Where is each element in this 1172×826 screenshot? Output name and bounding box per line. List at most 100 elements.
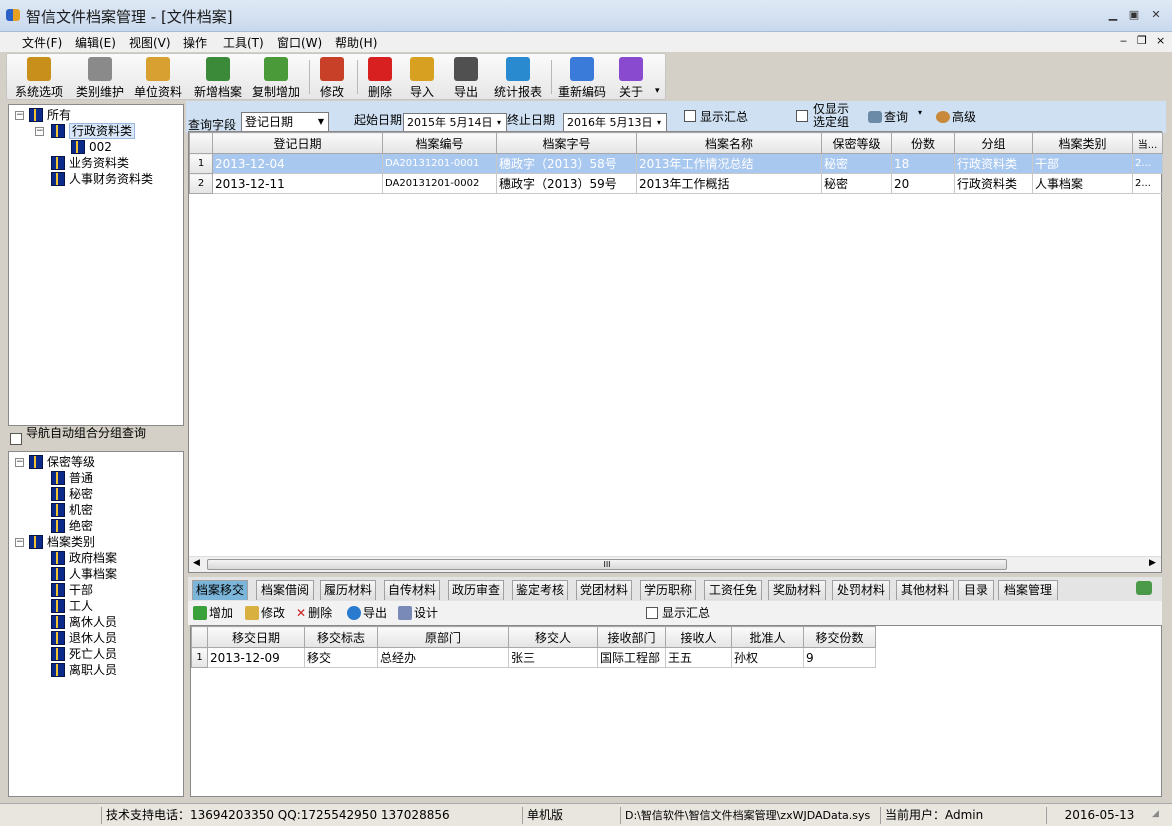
resize-grip-icon[interactable]: ◢ xyxy=(1152,809,1166,823)
table-cell[interactable]: 国际工程部 xyxy=(597,647,666,668)
mdi-minimize-button[interactable]: ‒ xyxy=(1120,34,1127,47)
table-cell[interactable]: 18 xyxy=(891,153,955,174)
column-header[interactable]: 分组 xyxy=(954,132,1033,154)
column-header[interactable]: 保密等级 xyxy=(821,132,892,154)
about-button[interactable]: 关于 xyxy=(615,56,647,99)
search-dropdown-icon[interactable]: ▾ xyxy=(918,108,922,117)
detail-show-summary-checkbox[interactable] xyxy=(646,607,658,619)
table-cell[interactable]: 2013-12-04 xyxy=(212,153,383,174)
tree-item[interactable]: 离休人员 xyxy=(51,614,117,630)
tree-expander[interactable]: − xyxy=(15,538,24,547)
copy-add-button[interactable]: 复制增加 xyxy=(249,56,303,99)
query-field-select[interactable]: 登记日期 ▼ xyxy=(241,112,329,132)
column-header[interactable]: 批准人 xyxy=(731,626,804,648)
table-cell[interactable]: 2013-12-09 xyxy=(207,647,305,668)
tab-borrow[interactable]: 档案借阅 xyxy=(256,580,314,600)
export-button[interactable]: 导出 xyxy=(449,56,483,99)
tree-item-secret-level[interactable]: 保密等级 xyxy=(29,454,95,470)
table-row[interactable]: 2 2013-12-11 DA20131201-0002 穗政字（2013）59… xyxy=(189,173,1163,194)
scroll-right-icon[interactable]: ▶ xyxy=(1149,558,1156,568)
tab-resume[interactable]: 履历材料 xyxy=(320,580,376,600)
table-cell[interactable]: 2013-12-11 xyxy=(212,173,383,194)
tree-item[interactable]: 工人 xyxy=(51,598,93,614)
table-cell[interactable]: 2013年工作情况总结 xyxy=(636,153,822,174)
table-cell[interactable]: 移交 xyxy=(304,647,378,668)
tab-catalog[interactable]: 目录 xyxy=(958,580,994,600)
close-button[interactable]: ✕ xyxy=(1147,8,1165,22)
table-cell[interactable]: 张三 xyxy=(508,647,598,668)
column-header[interactable]: 份数 xyxy=(891,132,955,154)
tab-education[interactable]: 学历职称 xyxy=(640,580,696,600)
tab-assessment[interactable]: 鉴定考核 xyxy=(512,580,568,600)
tab-settings-icon[interactable] xyxy=(1136,581,1152,595)
nav-auto-group-checkbox[interactable] xyxy=(10,433,22,445)
table-cell[interactable]: 2... xyxy=(1132,153,1163,174)
system-options-button[interactable]: 系统选项 xyxy=(13,56,65,99)
toolbar-overflow-icon[interactable]: ▾ xyxy=(655,86,660,96)
table-row[interactable]: 1 2013-12-09 移交 总经办 张三 国际工程部 王五 孙权 9 xyxy=(191,647,876,668)
tree-item[interactable]: 离职人员 xyxy=(51,662,117,678)
tree-item[interactable]: 政府档案 xyxy=(51,550,117,566)
column-header[interactable]: 移交日期 xyxy=(207,626,305,648)
tree-item-002[interactable]: 002 xyxy=(71,139,112,155)
table-cell[interactable]: 2... xyxy=(1132,173,1163,194)
table-cell[interactable]: 王五 xyxy=(665,647,732,668)
tree-item-record-category[interactable]: 档案类别 xyxy=(29,534,95,550)
tree-item-business[interactable]: 业务资料类 xyxy=(51,155,129,171)
tree-item[interactable]: 普通 xyxy=(51,470,93,486)
tab-party[interactable]: 党团材料 xyxy=(576,580,632,600)
column-header[interactable]: 当... xyxy=(1132,132,1163,154)
tree-item[interactable]: 秘密 xyxy=(51,486,93,502)
start-date-picker[interactable]: 2015年 5月14日 ▾ xyxy=(403,113,507,133)
column-header[interactable]: 接收部门 xyxy=(597,626,666,648)
column-header[interactable]: 原部门 xyxy=(377,626,509,648)
table-cell[interactable]: 穗政字（2013）59号 xyxy=(496,173,637,194)
table-cell[interactable]: 人事档案 xyxy=(1032,173,1133,194)
menu-view[interactable]: 视图(V) xyxy=(129,34,171,51)
column-header[interactable]: 移交人 xyxy=(508,626,598,648)
mdi-close-button[interactable]: × xyxy=(1156,34,1165,47)
table-cell[interactable]: 秘密 xyxy=(821,173,892,194)
table-cell[interactable]: 9 xyxy=(803,647,876,668)
menu-edit[interactable]: 编辑(E) xyxy=(75,34,116,51)
search-button[interactable]: 查询 xyxy=(868,108,908,125)
table-cell[interactable]: 总经办 xyxy=(377,647,509,668)
menu-tools[interactable]: 工具(T) xyxy=(223,34,264,51)
table-cell[interactable]: 20 xyxy=(891,173,955,194)
detail-export-button[interactable]: 导出 xyxy=(347,604,387,621)
tab-transfer[interactable]: 档案移交 xyxy=(192,580,248,600)
column-header[interactable]: 登记日期 xyxy=(212,132,383,154)
tree-item[interactable]: 绝密 xyxy=(51,518,93,534)
recode-button[interactable]: 重新编码 xyxy=(555,56,609,99)
scrollbar-thumb[interactable]: III xyxy=(207,559,1007,570)
end-date-picker[interactable]: 2016年 5月13日 ▾ xyxy=(563,113,667,133)
add-record-button[interactable]: 新增档案 xyxy=(191,56,245,99)
detail-edit-button[interactable]: 修改 xyxy=(245,604,285,621)
column-header[interactable]: 移交份数 xyxy=(803,626,876,648)
column-header[interactable]: 接收人 xyxy=(665,626,732,648)
tab-penalties[interactable]: 处罚材料 xyxy=(832,580,890,600)
only-selected-checkbox[interactable] xyxy=(796,110,808,122)
table-cell[interactable]: 行政资料类 xyxy=(954,153,1033,174)
table-cell[interactable]: DA20131201-0002 xyxy=(382,173,497,194)
tab-salary[interactable]: 工资任免 xyxy=(704,580,762,600)
tree-expander[interactable]: − xyxy=(35,127,44,136)
delete-button[interactable]: 删除 xyxy=(363,56,397,99)
advanced-button[interactable]: 高级 xyxy=(936,108,976,125)
scroll-left-icon[interactable]: ◀ xyxy=(193,558,200,568)
column-header[interactable]: 档案名称 xyxy=(636,132,822,154)
column-header[interactable]: 档案字号 xyxy=(496,132,637,154)
table-row[interactable]: 1 2013-12-04 DA20131201-0001 穗政字（2013）58… xyxy=(189,153,1163,174)
tab-other[interactable]: 其他材料 xyxy=(896,580,954,600)
detail-design-button[interactable]: 设计 xyxy=(398,604,438,621)
horizontal-scrollbar[interactable]: ◀ III ▶ xyxy=(189,556,1161,572)
statistics-report-button[interactable]: 统计报表 xyxy=(491,56,545,99)
show-summary-checkbox[interactable] xyxy=(684,110,696,122)
detail-add-button[interactable]: 增加 xyxy=(193,604,233,621)
tab-rewards[interactable]: 奖励材料 xyxy=(768,580,826,600)
table-cell[interactable]: 行政资料类 xyxy=(954,173,1033,194)
unit-info-button[interactable]: 单位资料 xyxy=(131,56,185,99)
tree-item[interactable]: 人事档案 xyxy=(51,566,117,582)
table-cell[interactable]: 干部 xyxy=(1032,153,1133,174)
tree-item-admin[interactable]: 行政资料类 xyxy=(51,123,136,139)
